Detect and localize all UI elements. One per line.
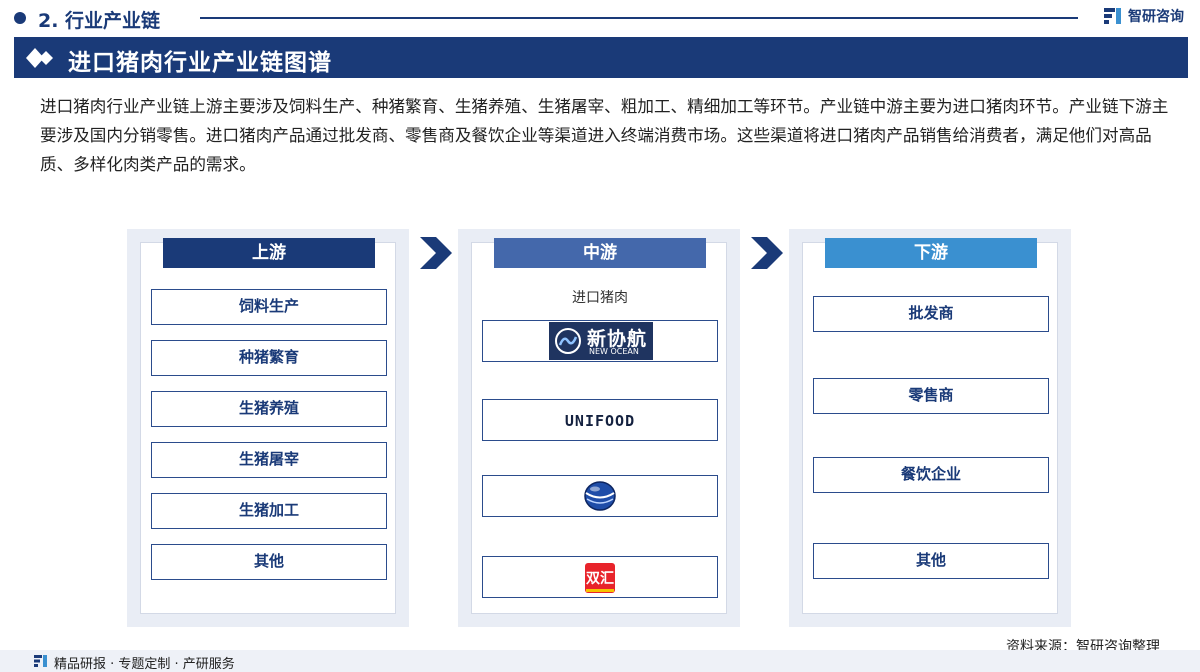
- downstream-item-retailer: 零售商: [813, 378, 1049, 414]
- chevron-right-icon: [420, 237, 452, 269]
- downstream-header: 下游: [825, 238, 1037, 268]
- shuanghui-text: 双汇: [586, 571, 614, 587]
- upstream-item-farming: 生猪养殖: [151, 391, 387, 427]
- company-logo-shuanghui: 双汇: [482, 556, 718, 598]
- company-logo-globe: [482, 475, 718, 517]
- page-title: 进口猪肉行业产业链图谱: [68, 50, 332, 76]
- bullet-icon: [14, 12, 26, 24]
- new-ocean-mark-icon: [555, 328, 581, 354]
- upstream-item-breeding: 种猪繁育: [151, 340, 387, 376]
- downstream-item-wholesaler: 批发商: [813, 296, 1049, 332]
- company-logo-unifood: UNIFOOD: [482, 399, 718, 441]
- downstream-item-catering: 餐饮企业: [813, 457, 1049, 493]
- shuanghui-logo: 双汇: [585, 563, 615, 593]
- footer-logo-icon: [34, 655, 47, 667]
- footer: 精品研报 · 专题定制 · 产研服务: [0, 650, 1200, 672]
- upstream-item-processing: 生猪加工: [151, 493, 387, 529]
- brand: 智研咨询: [1103, 6, 1184, 26]
- brand-logo-icon: [1104, 8, 1121, 24]
- title-banner: 进口猪肉行业产业链图谱: [14, 37, 1188, 78]
- globe-logo-icon: [584, 481, 616, 511]
- upstream-item-slaughter: 生猪屠宰: [151, 442, 387, 478]
- brand-name: 智研咨询: [1128, 9, 1184, 25]
- midstream-header: 中游: [494, 238, 706, 268]
- footer-text: 精品研报 · 专题定制 · 产研服务: [54, 657, 235, 672]
- downstream-item-other: 其他: [813, 543, 1049, 579]
- upstream-item-feed: 饲料生产: [151, 289, 387, 325]
- top-bar: 2. 行业产业链 智研咨询: [0, 0, 1200, 36]
- diamond-icon: [26, 48, 53, 68]
- chevron-right-icon: [751, 237, 783, 269]
- divider: [200, 17, 1078, 19]
- new-ocean-en: NEW OCEAN: [589, 347, 639, 356]
- new-ocean-logo: 新协航 NEW OCEAN: [549, 322, 653, 360]
- unifood-logo: UNIFOOD: [564, 412, 636, 430]
- upstream-item-other: 其他: [151, 544, 387, 580]
- upstream-header: 上游: [163, 238, 375, 268]
- description-text: 进口猪肉行业产业链上游主要涉及饲料生产、种猪繁育、生猪养殖、生猪屠宰、粗加工、精…: [40, 97, 1169, 174]
- midstream-label: 进口猪肉: [572, 290, 628, 306]
- company-logo-new-ocean: 新协航 NEW OCEAN: [482, 320, 718, 362]
- section-title: 2. 行业产业链: [38, 10, 161, 32]
